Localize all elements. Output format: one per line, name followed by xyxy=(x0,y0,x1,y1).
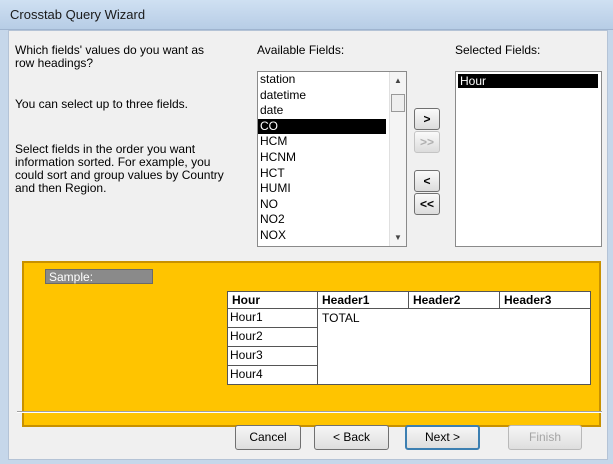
instruction-order-line4: and then Region. xyxy=(15,181,107,195)
available-fields-label: Available Fields: xyxy=(257,43,345,57)
cancel-button[interactable]: Cancel xyxy=(235,425,301,450)
scroll-down-icon[interactable]: ▼ xyxy=(394,233,402,242)
sample-grid: Hour Header1 Header2 Header3 Hour1 Hour2… xyxy=(227,291,591,385)
title-bar: Crosstab Query Wizard xyxy=(0,0,613,30)
field-no[interactable]: NO xyxy=(258,197,386,213)
add-all-fields-button[interactable]: >> xyxy=(414,131,440,153)
field-co[interactable]: CO xyxy=(258,118,386,135)
field-humi[interactable]: HUMI xyxy=(258,181,386,197)
row-hour1: Hour1 xyxy=(228,309,318,328)
remove-field-button[interactable]: < xyxy=(414,170,440,192)
field-date[interactable]: date xyxy=(258,103,386,119)
back-button[interactable]: < Back xyxy=(314,425,389,450)
row-hour3: Hour3 xyxy=(228,347,318,366)
sample-label: Sample: xyxy=(45,269,153,284)
footer-divider xyxy=(17,411,602,413)
field-hcm[interactable]: HCM xyxy=(258,134,386,150)
column-header-hour: Hour xyxy=(228,292,318,309)
instruction-question-line2: row headings? xyxy=(15,56,94,70)
field-no2[interactable]: NO2 xyxy=(258,212,386,228)
field-station[interactable]: station xyxy=(258,72,386,88)
sample-preview: Sample: Hour Header1 Header2 Header3 Hou… xyxy=(22,261,601,427)
column-header-header1: Header1 xyxy=(318,292,409,309)
available-fields-scrollbar[interactable]: ▲ ▼ xyxy=(389,72,406,246)
available-fields-list[interactable]: station datetime date CO HCM HCNM HCT HU… xyxy=(257,71,407,247)
add-field-button[interactable]: > xyxy=(414,108,440,130)
selected-fields-list[interactable]: Hour xyxy=(455,71,602,247)
total-cell: TOTAL xyxy=(322,311,360,325)
row-header-divider xyxy=(317,309,318,385)
finish-button[interactable]: Finish xyxy=(508,425,582,450)
column-header-header2: Header2 xyxy=(409,292,500,309)
field-hcnm[interactable]: HCNM xyxy=(258,150,386,166)
remove-all-fields-button[interactable]: << xyxy=(414,193,440,215)
column-header-header3: Header3 xyxy=(500,292,590,309)
wizard-body: Which fields' values do you want as row … xyxy=(8,30,608,460)
selected-fields-label: Selected Fields: xyxy=(455,43,541,57)
field-datetime[interactable]: datetime xyxy=(258,88,386,104)
row-hour4: Hour4 xyxy=(230,367,263,381)
selected-field-hour[interactable]: Hour xyxy=(458,74,598,88)
field-hct[interactable]: HCT xyxy=(258,166,386,182)
instruction-limit: You can select up to three fields. xyxy=(15,97,189,111)
row-hour2: Hour2 xyxy=(228,328,318,347)
window-title: Crosstab Query Wizard xyxy=(10,7,146,22)
scroll-up-icon[interactable]: ▲ xyxy=(394,76,402,85)
scroll-thumb[interactable] xyxy=(391,94,405,112)
field-nox[interactable]: NOX xyxy=(258,228,386,244)
next-button[interactable]: Next > xyxy=(405,425,480,450)
